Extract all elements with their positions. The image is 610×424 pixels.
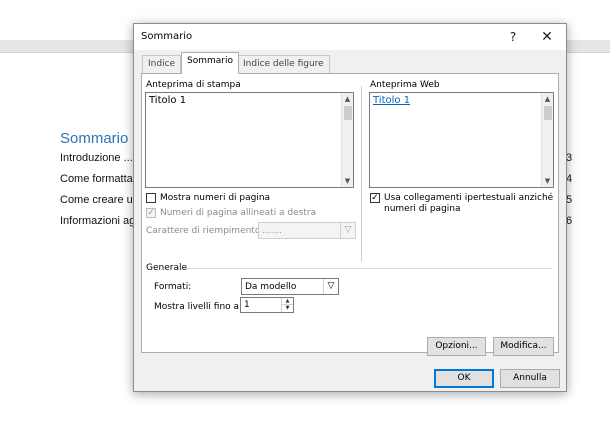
web-preview-box: Titolo 1 ▲ ▼ (369, 92, 554, 188)
chevron-down-icon[interactable]: ▽ (323, 279, 338, 294)
scroll-down-icon[interactable]: ▼ (342, 175, 353, 187)
toc-dialog: Sommario ? ✕ Indice Sommario Indice dell… (133, 23, 567, 392)
scroll-thumb[interactable] (344, 106, 352, 120)
toc-entry[interactable]: Introduzione ... (60, 152, 133, 164)
toc-entry[interactable]: Informazioni ag (60, 215, 135, 227)
use-hyperlinks-label[interactable]: Usa collegamenti ipertestuali anziché (384, 193, 553, 203)
chevron-down-icon[interactable]: ▽ (340, 223, 355, 238)
tab-indice[interactable]: Indice (142, 55, 182, 73)
scroll-up-icon[interactable]: ▲ (342, 93, 353, 105)
use-hyperlinks-label-cont[interactable]: numeri di pagina (384, 204, 461, 214)
document-toc-heading: Sommario (60, 130, 129, 147)
check-icon: ✓ (371, 193, 379, 203)
toc-entry[interactable]: Come creare ur (60, 194, 136, 206)
scroll-up-icon[interactable]: ▲ (542, 93, 553, 105)
help-button[interactable]: ? (500, 26, 526, 48)
options-button[interactable]: Opzioni... (427, 337, 486, 356)
formats-label: Formati: (154, 282, 192, 292)
tab-indice-figure[interactable]: Indice delle figure (237, 55, 330, 73)
general-separator (184, 268, 552, 269)
check-icon: ✓ (147, 208, 155, 218)
tab-leader-value: ....... (262, 226, 283, 236)
dialog-title: Sommario (141, 31, 193, 42)
spin-up-icon[interactable]: ▲ (282, 298, 293, 305)
scroll-thumb[interactable] (544, 106, 552, 120)
toc-entry[interactable]: Come formatta (60, 173, 133, 185)
tab-leader-label: Carattere di riempimento: (146, 226, 264, 236)
general-section-label: Generale (146, 263, 188, 273)
modify-button[interactable]: Modifica... (493, 337, 554, 356)
scroll-down-icon[interactable]: ▼ (542, 175, 553, 187)
use-hyperlinks-checkbox[interactable]: ✓ (370, 193, 380, 203)
tab-leader-select[interactable]: ....... ▽ (258, 222, 356, 239)
print-preview-box: Titolo 1 ▲ ▼ (145, 92, 354, 188)
cancel-button[interactable]: Annulla (500, 369, 560, 388)
right-align-checkbox[interactable]: ✓ (146, 208, 156, 218)
levels-spinner[interactable]: 1 ▲ ▼ (240, 297, 294, 313)
levels-value[interactable]: 1 (244, 300, 250, 310)
tab-sommario[interactable]: Sommario (181, 52, 239, 74)
ok-button[interactable]: OK (434, 369, 494, 388)
web-preview-scrollbar[interactable]: ▲ ▼ (541, 93, 553, 187)
formats-value: Da modello (245, 282, 297, 292)
print-preview-label: Anteprima di stampa (146, 80, 241, 90)
show-page-numbers-label[interactable]: Mostra numeri di pagina (160, 193, 270, 203)
print-preview-scrollbar[interactable]: ▲ ▼ (341, 93, 353, 187)
web-preview-label: Anteprima Web (370, 80, 440, 90)
show-levels-label: Mostra livelli fino a: (154, 302, 243, 312)
show-page-numbers-checkbox[interactable] (146, 193, 156, 203)
print-preview-heading: Titolo 1 (149, 95, 187, 106)
spinner-buttons: ▲ ▼ (281, 298, 293, 312)
spin-down-icon[interactable]: ▼ (282, 305, 293, 312)
close-icon[interactable]: ✕ (534, 26, 560, 48)
web-preview-link[interactable]: Titolo 1 (373, 95, 410, 106)
formats-select[interactable]: Da modello ▽ (241, 278, 339, 295)
right-align-label: Numeri di pagina allineati a destra (160, 208, 317, 218)
column-separator (361, 86, 362, 262)
dialog-titlebar[interactable]: Sommario ? ✕ (134, 24, 566, 50)
